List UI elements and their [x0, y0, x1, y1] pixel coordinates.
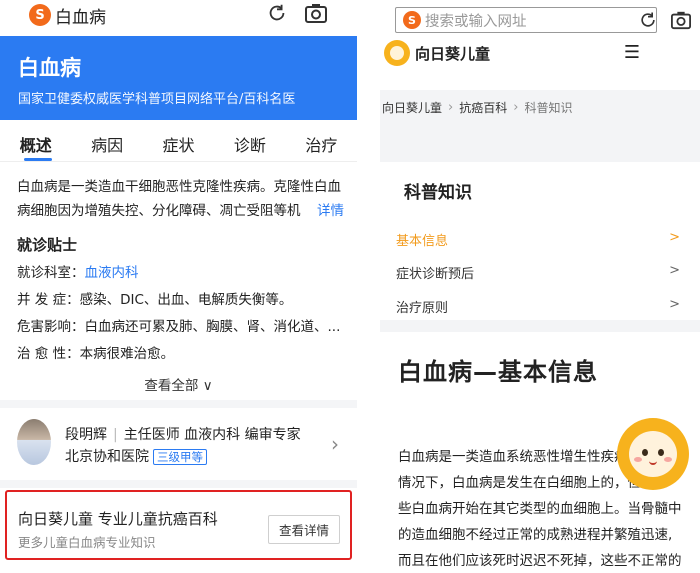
- kp-title: 科普知识: [404, 183, 472, 203]
- kp-item-label: 症状诊断预后: [396, 267, 475, 282]
- page-title: 白血病: [18, 56, 81, 80]
- doctor-avatar: [17, 419, 51, 465]
- article-title: 白血病—基本信息: [398, 358, 598, 386]
- panel-gap: [357, 0, 380, 573]
- camera-icon[interactable]: [304, 2, 328, 24]
- mascot-icon[interactable]: [617, 418, 689, 490]
- kp-item-label: 基本信息: [396, 234, 449, 249]
- sogou-logo-icon: S: [403, 11, 421, 29]
- chevron-right-icon: ›: [513, 99, 519, 115]
- refresh-icon[interactable]: [266, 2, 288, 24]
- tab-bar: 概述 病因 症状 诊断 治疗: [0, 120, 357, 162]
- promo-title: 向日葵儿童 专业儿童抗癌百科: [18, 510, 218, 528]
- tips-row-curability: 治 愈 性：本病很难治愈。: [17, 346, 175, 362]
- menu-icon[interactable]: ☰: [624, 42, 640, 63]
- sunflower-logo-icon: [384, 40, 410, 66]
- brand-name: 向日葵儿童: [415, 44, 491, 63]
- chevron-right-icon: >: [669, 263, 680, 278]
- tab-symptom[interactable]: 症状: [143, 120, 214, 161]
- article-line: 而且在他们应该死时迟迟不死掉，这些不正常的: [398, 553, 682, 569]
- doctor-hospital-line: 北京协和医院 三级甲等: [65, 446, 207, 466]
- browser-tools: [638, 10, 692, 30]
- tips-row-harm: 危害影响：白血病还可累及肺、胸膜、肾、消化道、...: [17, 319, 341, 335]
- kp-nav-card: 科普知识 基本信息 > 症状诊断预后 > 治疗原则 >: [380, 162, 700, 320]
- mascot-cheek: [664, 457, 672, 462]
- chevron-right-icon: ›: [448, 99, 454, 115]
- right-search-bar[interactable]: S 搜索或输入网址: [395, 7, 657, 33]
- section-divider: [0, 480, 357, 488]
- tips-row-complication: 并 发 症：感染、DIC、出血、电解质失衡等。: [17, 292, 293, 308]
- screenshot-root: S 白血病 白血病 国家卫健委权威医学科普项目网络平台/百科名医 概述 病因 症…: [0, 0, 700, 573]
- kp-item-treatment[interactable]: 治疗原则 >: [396, 297, 680, 316]
- doctor-title: 主任医师 血液内科 编审专家: [123, 427, 301, 443]
- mascot-eye: [642, 449, 648, 456]
- tab-overview[interactable]: 概述: [0, 120, 71, 161]
- breadcrumb-encyclopedia[interactable]: 抗癌百科: [459, 99, 507, 116]
- article-line: 的造血细胞不经过正常的成熟进程并繁殖迅速,: [398, 527, 673, 543]
- view-all-button[interactable]: 查看全部 ∨: [0, 374, 357, 394]
- intro-line: 白血病是一类造血干细胞恶性克隆性疾病。克隆性白血: [17, 179, 341, 195]
- tab-cause[interactable]: 病因: [71, 120, 142, 161]
- tips-list: 就诊科室：血液内科 并 发 症：感染、DIC、出血、电解质失衡等。 危害影响：白…: [17, 260, 347, 368]
- left-search-bar[interactable]: S 白血病: [22, 0, 340, 30]
- breadcrumb-home[interactable]: 向日葵儿童: [382, 99, 442, 116]
- kp-item-symptoms[interactable]: 症状诊断预后 >: [396, 263, 680, 282]
- dept-link[interactable]: 血液内科: [85, 265, 139, 281]
- mascot-face: [629, 431, 677, 477]
- page-subtitle: 国家卫健委权威医学科普项目网络平台/百科名医: [18, 92, 296, 107]
- tab-treatment[interactable]: 治疗: [286, 120, 357, 161]
- mascot-mouth: [649, 461, 657, 465]
- left-panel: S 白血病 白血病 国家卫健委权威医学科普项目网络平台/百科名医 概述 病因 症…: [0, 0, 357, 573]
- hospital-name: 北京协和医院: [65, 449, 149, 465]
- hospital-grade-badge: 三级甲等: [153, 449, 207, 465]
- refresh-icon[interactable]: [638, 10, 658, 30]
- chevron-right-icon: ›: [331, 432, 339, 456]
- tips-title: 就诊贴士: [17, 236, 78, 254]
- mascot-cheek: [634, 457, 642, 462]
- intro-text: 白血病是一类造血干细胞恶性克隆性疾病。克隆性白血 病细胞因为增殖失控、分化障碍、…: [17, 175, 344, 223]
- section-divider: [0, 400, 357, 408]
- view-details-button[interactable]: 查看详情: [267, 515, 340, 544]
- right-panel: S 搜索或输入网址 向日葵儿童 ☰ 向日葵儿童 › 抗癌百科 › 科普知识 科普…: [380, 0, 700, 573]
- tips-row-dept: 就诊科室：血液内科: [17, 260, 347, 287]
- promo-subtitle: 更多儿童白血病专业知识: [18, 535, 156, 550]
- intro-more-link[interactable]: 详情: [311, 199, 344, 223]
- mascot-eye: [658, 449, 664, 456]
- address-placeholder[interactable]: 搜索或输入网址: [425, 10, 527, 31]
- kp-item-basic-info[interactable]: 基本信息 >: [396, 230, 680, 249]
- kp-item-label: 治疗原则: [396, 301, 449, 316]
- site-brand[interactable]: 向日葵儿童: [384, 38, 490, 68]
- breadcrumb: 向日葵儿童 › 抗癌百科 › 科普知识: [380, 90, 700, 124]
- dept-label: 就诊科室：: [17, 265, 85, 281]
- disease-header: 白血病 国家卫健委权威医学科普项目网络平台/百科名医: [0, 36, 357, 120]
- doctor-name-line: 段明辉 | 主任医师 血液内科 编审专家: [65, 424, 301, 444]
- separator: |: [113, 427, 118, 443]
- promo-card[interactable]: 向日葵儿童 专业儿童抗癌百科 更多儿童白血病专业知识 查看详情: [5, 490, 352, 560]
- doctor-card[interactable]: 段明辉 | 主任医师 血液内科 编审专家 北京协和医院 三级甲等 ›: [0, 408, 357, 480]
- article-line: 些白血病开始在其它类型的血细胞上。当骨髓中: [398, 501, 682, 517]
- sogou-logo-icon: S: [29, 4, 51, 26]
- search-query[interactable]: 白血病: [55, 3, 106, 28]
- doctor-name: 段明辉: [65, 427, 107, 443]
- chevron-right-icon: >: [669, 230, 680, 245]
- tab-diagnosis[interactable]: 诊断: [214, 120, 285, 161]
- intro-line: 病细胞因为增殖失控、分化障碍、凋亡受阻等机: [17, 203, 301, 219]
- breadcrumb-current: 科普知识: [524, 100, 573, 115]
- camera-icon[interactable]: [670, 10, 692, 30]
- chevron-right-icon: >: [669, 297, 680, 312]
